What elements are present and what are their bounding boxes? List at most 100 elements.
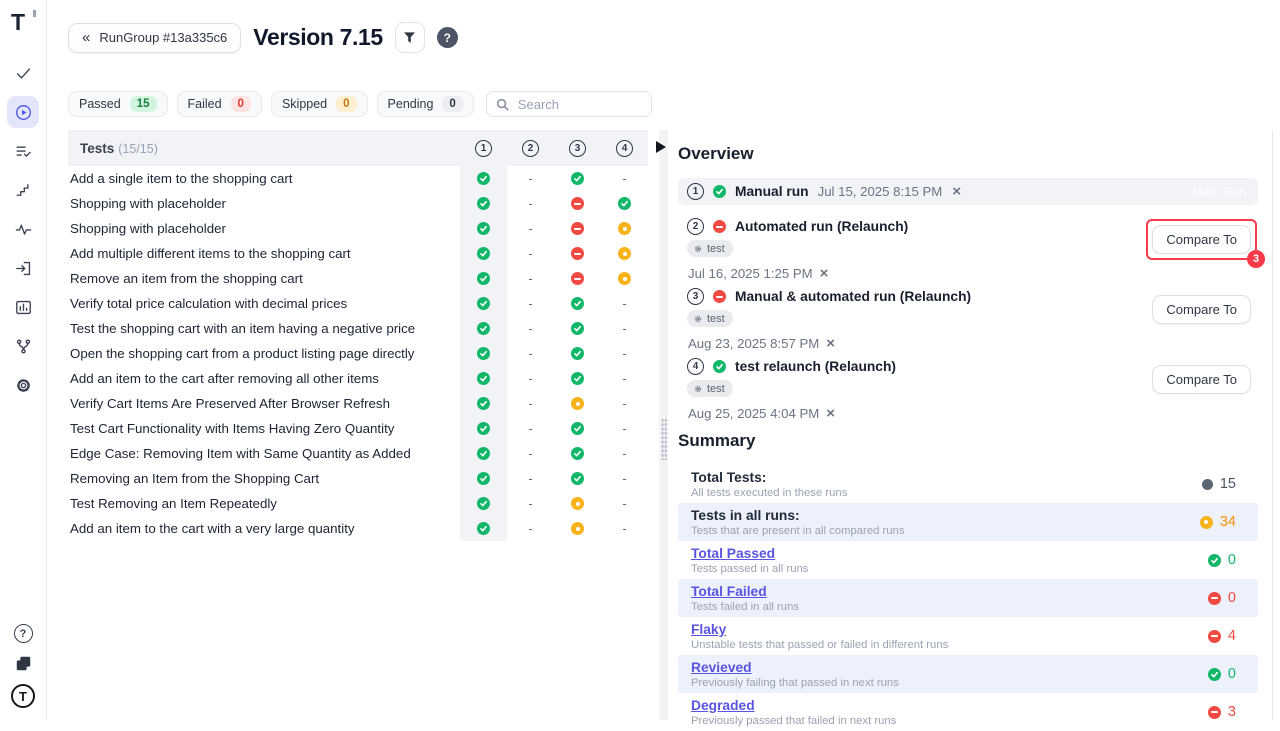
projects-icon[interactable] bbox=[14, 654, 33, 673]
status-cell: - bbox=[507, 466, 554, 491]
run-column-header[interactable]: 1 bbox=[460, 140, 507, 157]
status-cell: - bbox=[507, 291, 554, 316]
run-tag[interactable]: test bbox=[687, 240, 733, 257]
status-cell: - bbox=[601, 466, 648, 491]
status-cell: - bbox=[507, 366, 554, 391]
run-column-header[interactable]: 2 bbox=[507, 140, 554, 157]
run-title: Manual & automated run (Relaunch) bbox=[735, 289, 971, 304]
test-name: Test Cart Functionality with Items Havin… bbox=[68, 421, 460, 436]
status-cell: - bbox=[507, 416, 554, 441]
status-cell bbox=[554, 416, 601, 441]
filter-funnel-button[interactable] bbox=[395, 22, 425, 53]
status-cell: - bbox=[601, 341, 648, 366]
runs-icon[interactable] bbox=[7, 96, 39, 128]
passed-icon bbox=[477, 272, 490, 285]
skipped-icon bbox=[618, 247, 631, 260]
table-row[interactable]: Test Cart Functionality with Items Havin… bbox=[68, 416, 648, 441]
filter-chip-pending[interactable]: Pending0 bbox=[377, 91, 474, 117]
table-row[interactable]: Verify total price calculation with deci… bbox=[68, 291, 648, 316]
test-plans-icon[interactable] bbox=[7, 135, 39, 167]
run-column-header[interactable]: 3 bbox=[554, 140, 601, 157]
passed-icon bbox=[477, 422, 490, 435]
settings-gear-icon[interactable] bbox=[7, 369, 39, 401]
not-run-dash: - bbox=[528, 446, 532, 461]
table-row[interactable]: Open the shopping cart from a product li… bbox=[68, 341, 648, 366]
run-tag[interactable]: test bbox=[687, 380, 733, 397]
summary-value: 0 bbox=[1208, 590, 1248, 606]
summary-link[interactable]: Flaky bbox=[691, 622, 726, 637]
status-cell: - bbox=[507, 191, 554, 216]
summary-row: Tests in all runs:Tests that are present… bbox=[678, 503, 1258, 541]
summary-subtitle: Previously failing that passed in next r… bbox=[691, 677, 1208, 689]
tests-table-header: Tests(15/15) 1234 bbox=[68, 130, 648, 166]
table-row[interactable]: Add a single item to the shopping cart-- bbox=[68, 166, 648, 191]
filter-chip-passed[interactable]: Passed15 bbox=[68, 91, 168, 117]
table-row[interactable]: Add multiple different items to the shop… bbox=[68, 241, 648, 266]
summary-link[interactable]: Revieved bbox=[691, 660, 752, 675]
table-row[interactable]: Shopping with placeholder- bbox=[68, 216, 648, 241]
main-run-row[interactable]: 1Manual runJul 15, 2025 8:15 PM×Main Run bbox=[678, 178, 1258, 205]
status-cell bbox=[554, 266, 601, 291]
tests-icon[interactable] bbox=[7, 57, 39, 89]
app-logo-icon[interactable]: T bbox=[11, 9, 35, 35]
test-name: Remove an item from the shopping cart bbox=[68, 271, 460, 286]
account-logo-icon[interactable]: T bbox=[11, 684, 35, 708]
summary-row: Revieved Previously failing that passed i… bbox=[678, 655, 1258, 693]
filter-chip-skipped[interactable]: Skipped0 bbox=[271, 91, 368, 117]
splitter-grip-handle[interactable] bbox=[661, 418, 667, 460]
total-icon bbox=[1202, 479, 1213, 490]
steps-icon[interactable] bbox=[7, 174, 39, 206]
status-cell: - bbox=[601, 441, 648, 466]
collapse-panel-icon[interactable] bbox=[656, 141, 666, 153]
help-circle-icon[interactable]: ? bbox=[14, 624, 33, 643]
table-row[interactable]: Test Removing an Item Repeatedly-- bbox=[68, 491, 648, 516]
run-row: 3Manual & automated run (Relaunch)testAu… bbox=[678, 275, 1258, 345]
chip-label: Passed bbox=[79, 97, 121, 111]
pulse-icon[interactable] bbox=[7, 213, 39, 245]
failed-icon bbox=[571, 272, 584, 285]
import-icon[interactable] bbox=[7, 252, 39, 284]
table-row[interactable]: Removing an Item from the Shopping Cart-… bbox=[68, 466, 648, 491]
status-cell: - bbox=[601, 416, 648, 441]
search-input[interactable] bbox=[486, 91, 652, 117]
remove-run-icon[interactable]: × bbox=[952, 184, 961, 199]
status-cell bbox=[460, 441, 507, 466]
status-cell: - bbox=[507, 441, 554, 466]
rungroup-back-button[interactable]: « RunGroup #13a335c6 bbox=[68, 23, 241, 53]
run-row: 2Automated run (Relaunch)testJul 16, 202… bbox=[678, 205, 1258, 275]
summary-link[interactable]: Total Failed bbox=[691, 584, 767, 599]
passed-icon bbox=[477, 447, 490, 460]
table-row[interactable]: Edge Case: Removing Item with Same Quant… bbox=[68, 441, 648, 466]
compare-to-button[interactable]: Compare To bbox=[1152, 295, 1251, 324]
branch-icon[interactable] bbox=[7, 330, 39, 362]
help-button[interactable]: ? bbox=[437, 27, 458, 48]
table-row[interactable]: Verify Cart Items Are Preserved After Br… bbox=[68, 391, 648, 416]
status-cell bbox=[460, 341, 507, 366]
chip-label: Pending bbox=[388, 97, 434, 111]
not-run-dash: - bbox=[622, 521, 626, 536]
compare-to-button[interactable]: Compare To bbox=[1152, 225, 1251, 254]
run-date: Aug 25, 2025 4:04 PM bbox=[688, 406, 819, 421]
run-number-icon: 4 bbox=[687, 358, 704, 375]
table-row[interactable]: Shopping with placeholder- bbox=[68, 191, 648, 216]
table-row[interactable]: Remove an item from the shopping cart- bbox=[68, 266, 648, 291]
remove-run-icon[interactable]: × bbox=[826, 406, 835, 421]
table-row[interactable]: Add an item to the cart after removing a… bbox=[68, 366, 648, 391]
search-field[interactable] bbox=[516, 96, 642, 113]
summary-row: DegradedPreviously passed that failed in… bbox=[678, 693, 1258, 731]
summary-subtitle: Tests failed in all runs bbox=[691, 601, 1208, 613]
summary-link[interactable]: Degraded bbox=[691, 698, 755, 713]
table-row[interactable]: Add an item to the cart with a very larg… bbox=[68, 516, 648, 541]
filter-chip-failed[interactable]: Failed0 bbox=[177, 91, 262, 117]
test-name: Add an item to the cart after removing a… bbox=[68, 371, 460, 386]
run-tag[interactable]: test bbox=[687, 310, 733, 327]
comparison-panel: Overview 1Manual runJul 15, 2025 8:15 PM… bbox=[678, 130, 1258, 731]
run-column-header[interactable]: 4 bbox=[601, 140, 648, 157]
test-name: Edge Case: Removing Item with Same Quant… bbox=[68, 446, 460, 461]
main-run-label: Main Run bbox=[1193, 185, 1247, 199]
analytics-icon[interactable] bbox=[7, 291, 39, 323]
summary-link[interactable]: Total Passed bbox=[691, 546, 775, 561]
compare-to-button[interactable]: Compare To bbox=[1152, 365, 1251, 394]
table-row[interactable]: Test the shopping cart with an item havi… bbox=[68, 316, 648, 341]
test-name: Add multiple different items to the shop… bbox=[68, 246, 460, 261]
